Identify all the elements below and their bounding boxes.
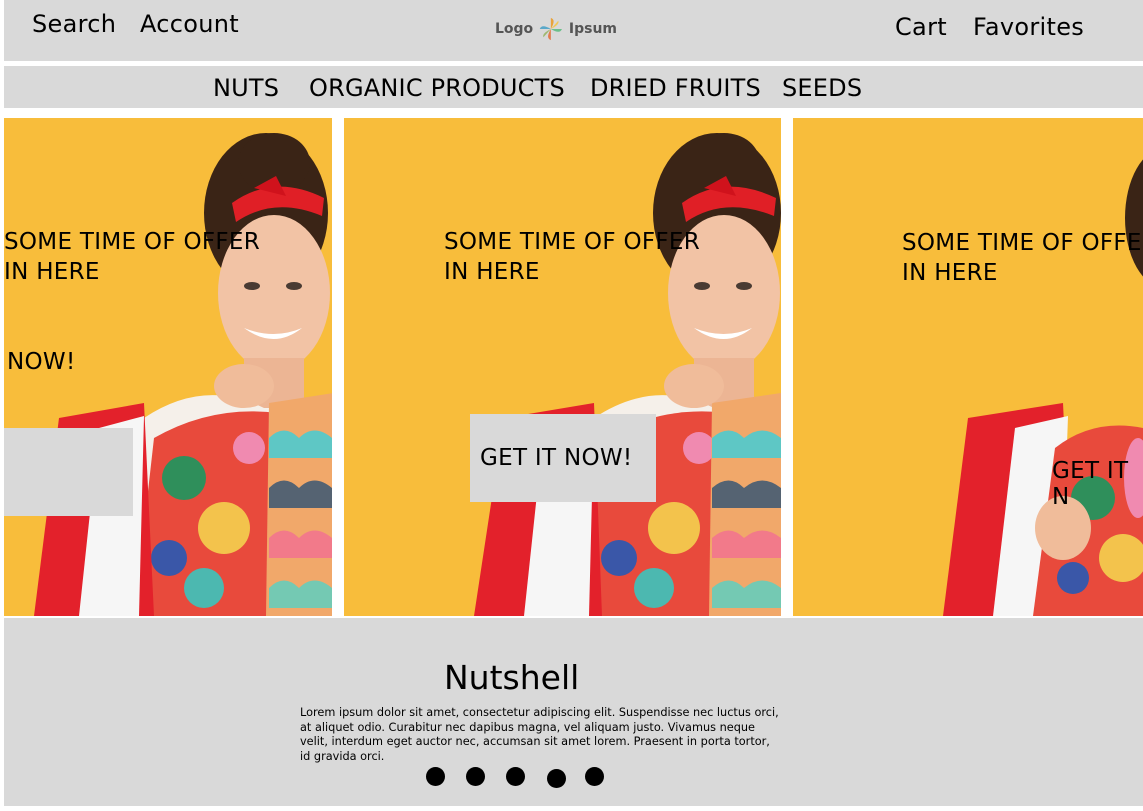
top-header: Search Account Logo Ipsum Cart Favorites — [4, 0, 1143, 61]
get-it-now-label[interactable]: GET IT N — [1052, 458, 1143, 510]
carousel-dot-3[interactable] — [506, 767, 525, 786]
offer-text: SOME TIME OF OFFER IN HERE — [4, 227, 260, 287]
search-link[interactable]: Search — [32, 10, 116, 38]
carousel-dot-1[interactable] — [426, 767, 445, 786]
logo[interactable]: Logo Ipsum — [495, 13, 617, 45]
category-organic-products[interactable]: ORGANIC PRODUCTS — [309, 74, 565, 102]
offer-text: SOME TIME OF OFFER IN HERE — [444, 227, 700, 287]
carousel-dot-2[interactable] — [466, 767, 485, 786]
logo-text-left: Logo — [495, 21, 534, 37]
category-dried-fruits[interactable]: DRIED FRUITS — [590, 74, 761, 102]
banner-1[interactable]: SOME TIME OF OFFER IN HERE NOW! — [4, 118, 332, 616]
cart-link[interactable]: Cart — [895, 13, 947, 41]
offer-line-1: SOME TIME OF OFFER — [444, 229, 701, 255]
offer-line-2: IN HERE — [4, 259, 100, 285]
offer-line-1: SOME TIME OF OFFE — [902, 230, 1142, 256]
favorites-link[interactable]: Favorites — [973, 13, 1084, 41]
banner-3[interactable]: SOME TIME OF OFFE IN HERE GET IT N — [793, 118, 1143, 616]
shopping-woman-image — [344, 118, 781, 616]
section-title: Nutshell — [444, 658, 580, 697]
info-section: Nutshell Lorem ipsum dolor sit amet, con… — [4, 618, 1143, 806]
category-seeds[interactable]: SEEDS — [782, 74, 862, 102]
category-nav: NUTS ORGANIC PRODUCTS DRIED FRUITS SEEDS — [4, 66, 1143, 108]
pinwheel-logo-icon — [539, 17, 563, 41]
get-it-now-label: GET IT NOW! — [480, 445, 633, 471]
cta-partial-label: NOW! — [7, 349, 76, 375]
offer-line-2: IN HERE — [902, 260, 998, 286]
shopping-woman-image — [793, 118, 1143, 616]
offer-text: SOME TIME OF OFFE IN HERE — [902, 228, 1142, 288]
banner-2[interactable]: SOME TIME OF OFFER IN HERE GET IT NOW! — [344, 118, 781, 616]
offer-line-2: IN HERE — [444, 259, 540, 285]
page: Search Account Logo Ipsum Cart Favorites… — [0, 0, 1143, 811]
get-it-now-button[interactable]: GET IT NOW! — [470, 414, 656, 502]
logo-text-right: Ipsum — [568, 21, 617, 37]
section-description: Lorem ipsum dolor sit amet, consectetur … — [300, 706, 779, 763]
category-nuts[interactable]: NUTS — [213, 74, 279, 102]
offer-line-1: SOME TIME OF OFFER — [4, 229, 261, 255]
account-link[interactable]: Account — [140, 10, 239, 38]
carousel-dot-4[interactable] — [547, 769, 566, 788]
carousel-dot-5[interactable] — [585, 767, 604, 786]
get-it-now-button[interactable] — [4, 428, 133, 516]
